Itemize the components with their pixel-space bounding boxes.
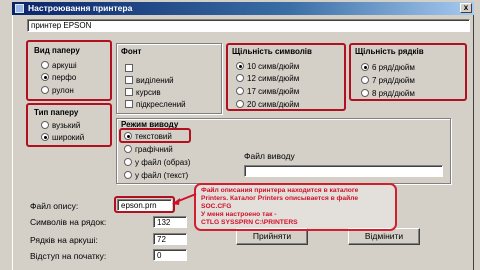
radio-icon (124, 171, 132, 179)
description-file-label: Файл опису: (30, 201, 79, 211)
radio-icon (41, 121, 49, 129)
font-option-italic[interactable]: курсив (125, 88, 161, 98)
line-density-group: Щільність рядків 6 ряд/дюйм 7 ряд/дюйм 8… (349, 43, 467, 101)
description-file-input[interactable]: epson.prn (117, 199, 172, 211)
annotation-line: У меня настроено так - (201, 211, 277, 218)
paper-kind-title: Тип паперу (34, 108, 79, 117)
annotation-line: SOC.CFG (201, 203, 232, 210)
font-option-bold[interactable]: виділений (125, 76, 174, 86)
top-margin-label: Відступ на початку: (30, 251, 107, 261)
line-density-option-8[interactable]: 8 ряд/дюйм (361, 89, 415, 99)
line-density-title: Щільність рядків (355, 47, 424, 56)
char-density-option-17[interactable]: 17 симв/дюйм (236, 87, 299, 97)
radio-icon (361, 89, 369, 97)
char-density-option-12[interactable]: 12 симв/дюйм (236, 74, 299, 84)
paper-type-group: Вид паперу аркуші перфо рулон (26, 40, 112, 101)
output-file-input[interactable] (244, 165, 443, 177)
radio-icon (124, 145, 132, 153)
annotation-callout: Файл описания принтера находится в катал… (194, 183, 397, 231)
output-mode-option-file-image[interactable]: у файл (образ) (124, 158, 190, 168)
radio-icon (236, 74, 244, 82)
output-mode-option-file-text[interactable]: у файл (текст) (124, 171, 188, 181)
annotation-line: Файл описания принтера находится в катал… (201, 187, 359, 194)
annotation-line: CTLG SYSSPRN C:\PRINTERS (201, 219, 298, 226)
radio-icon (41, 86, 49, 94)
char-density-group: Щільність символів 10 симв/дюйм 12 симв/… (226, 43, 346, 111)
checkbox-icon (125, 100, 133, 108)
top-margin-input[interactable]: 0 (153, 249, 187, 261)
font-option-underline[interactable]: підкреслений (125, 100, 186, 110)
char-density-option-10[interactable]: 10 симв/дюйм (236, 62, 299, 72)
radio-selected-icon (41, 133, 49, 141)
paper-kind-option-wide[interactable]: широкий (41, 133, 84, 143)
radio-icon (236, 87, 244, 95)
chars-per-line-input[interactable]: 132 (153, 216, 187, 228)
char-density-option-20[interactable]: 20 симв/дюйм (236, 100, 299, 110)
radio-selected-icon (361, 63, 369, 71)
chars-per-line-label: Символів на рядок: (30, 217, 107, 227)
paper-type-option-perfo[interactable]: перфо (41, 73, 76, 83)
printer-name-field[interactable]: принтер EPSON (27, 19, 470, 32)
annotation-line: Printers. Каталог Printers описывается в… (201, 195, 359, 202)
window-title: Настроювання принтера (28, 3, 133, 13)
font-group: Фонт виділений курсив підкреслений (116, 43, 222, 114)
font-option-normal[interactable] (125, 64, 136, 74)
font-title: Фонт (121, 47, 142, 56)
checkbox-icon (125, 64, 133, 72)
paper-type-title: Вид паперу (34, 46, 80, 55)
paper-kind-option-narrow[interactable]: вузький (41, 121, 80, 131)
window-title-bar: Настроювання принтера x (12, 2, 474, 15)
lines-per-page-input[interactable]: 72 (153, 233, 187, 245)
line-density-option-6[interactable]: 6 ряд/дюйм (361, 63, 415, 73)
paper-type-option-roll[interactable]: рулон (41, 86, 74, 96)
radio-selected-icon (124, 132, 132, 140)
paper-type-option-sheets[interactable]: аркуші (41, 61, 77, 71)
checkbox-icon (125, 88, 133, 96)
radio-icon (236, 100, 244, 108)
output-mode-option-text[interactable]: текстовий (124, 132, 172, 142)
output-mode-group: Режим виводу текстовий графічний у файл … (116, 118, 451, 184)
paper-kind-group: Тип паперу вузький широкий (26, 103, 112, 147)
checkbox-icon (125, 76, 133, 84)
radio-icon (124, 158, 132, 166)
lines-per-page-label: Рядків на аркуші: (30, 235, 98, 245)
close-button[interactable]: x (460, 3, 472, 13)
line-density-option-7[interactable]: 7 ряд/дюйм (361, 76, 415, 86)
char-density-title: Щільність символів (232, 47, 312, 56)
radio-icon (361, 76, 369, 84)
radio-selected-icon (41, 73, 49, 81)
output-file-label: Файл виводу (244, 151, 295, 161)
app-icon (15, 4, 24, 13)
annotation-arrow-icon (172, 193, 197, 205)
radio-icon (41, 61, 49, 69)
radio-selected-icon (236, 62, 244, 70)
output-mode-option-graphic[interactable]: графічний (124, 145, 173, 155)
